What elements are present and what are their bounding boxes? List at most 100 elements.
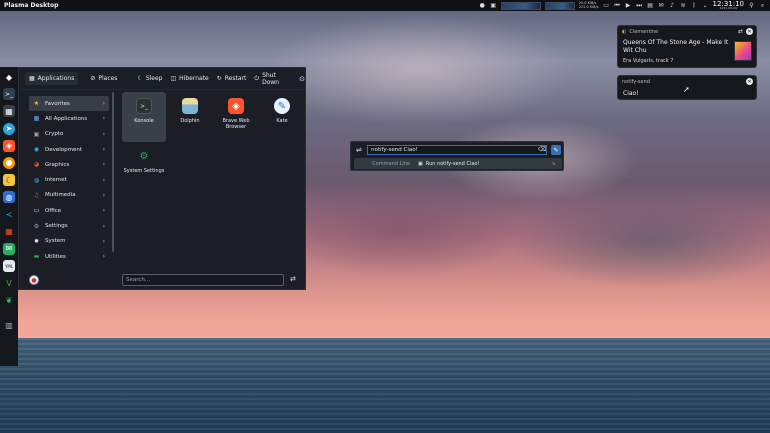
location-pin-icon[interactable]: ⚲ (748, 2, 755, 9)
close-icon[interactable]: ✕ (746, 78, 753, 85)
banana-icon[interactable]: ☾ (3, 174, 15, 187)
krunner-window: ⇌ ⌫ ✎ Command Line ▣ Run notify-send Cia… (350, 141, 564, 171)
battery-icon[interactable]: ▭ (603, 2, 610, 9)
firefox-icon[interactable]: ● (3, 156, 15, 169)
configure-icon[interactable]: ⇄ (738, 28, 743, 35)
restart-button[interactable]: ↻ Restart (217, 75, 247, 82)
pin-button[interactable]: ✎ (551, 145, 561, 155)
category-utilities[interactable]: ▬ Utilities › (29, 249, 109, 264)
tab-places[interactable]: ⊘ Places (86, 72, 121, 85)
leaf-icon[interactable]: ❦ (3, 294, 15, 307)
category-settings[interactable]: ⚙ Settings › (29, 218, 109, 233)
category-favorites[interactable]: ★ Favorites › (29, 96, 109, 112)
chevron-right-icon: › (102, 176, 105, 184)
krunner-search-input[interactable] (367, 145, 547, 155)
category-label: Utilities (45, 253, 66, 260)
launcher-header: ▦ Applications ⊘ Places ☾ Sleep ◫ Hibern… (19, 68, 305, 90)
category-label: All Applications (45, 115, 88, 122)
result-text: Run notify-send Ciao! (425, 160, 480, 167)
notification-title: Queens Of The Stone Age - Make It Wit Ch… (623, 39, 729, 54)
close-icon[interactable]: ✕ (746, 28, 753, 35)
previous-icon[interactable]: ⏮ (614, 2, 621, 10)
more-options-icon[interactable]: ⊙ (299, 75, 305, 83)
vscode-icon[interactable]: ≺ (3, 208, 15, 221)
category-label: Favorites (45, 100, 70, 107)
wifi-icon[interactable]: ≋ (680, 2, 687, 9)
app-system-settings[interactable]: ⚙ System Settings (122, 142, 166, 192)
memory-graph[interactable] (544, 1, 575, 10)
trash-icon[interactable]: ▥ (3, 319, 15, 332)
office-icon: ▭ (33, 207, 40, 215)
tab-label: Places (98, 75, 118, 82)
button-label: Sleep (145, 75, 163, 82)
app-blue-icon[interactable]: ◍ (3, 191, 15, 204)
notification-header: ◐ Clementine (622, 29, 658, 35)
telegram-icon[interactable]: ➤ (3, 122, 15, 135)
notification-title: Ciao! (623, 90, 639, 97)
app-dolphin[interactable]: Dolphin (168, 92, 212, 142)
sleep-button[interactable]: ☾ Sleep (137, 75, 162, 82)
digital-clock[interactable]: 12:31:10 2021-08-06 (713, 1, 744, 10)
configure-icon[interactable]: ⇄ (290, 275, 296, 283)
mail-icon[interactable]: ✉ (3, 242, 15, 255)
notifications-icon[interactable]: ✉ (658, 2, 665, 9)
shutdown-button[interactable]: ⏻ Shut Down (254, 72, 279, 86)
volume-icon[interactable]: ♪ (669, 2, 676, 9)
android-icon[interactable]: ▦ (3, 105, 15, 118)
vim-icon[interactable]: V (3, 277, 15, 290)
notification-app: notify-send (622, 79, 650, 85)
hibernate-button[interactable]: ◫ Hibernate (171, 75, 209, 82)
app-label: Dolphin (180, 118, 200, 124)
yaml-icon[interactable]: YML (3, 260, 15, 273)
category-label: Graphics (45, 161, 70, 168)
dolphin-icon (182, 98, 198, 114)
app-label: Kate (276, 118, 288, 124)
chevron-right-icon: › (102, 207, 105, 215)
terminal-icon: ▣ (418, 160, 423, 167)
brave-icon[interactable]: ◈ (3, 139, 15, 152)
chevron-right-icon: › (102, 222, 105, 230)
search-icon[interactable]: ⌕ (759, 2, 766, 10)
next-icon[interactable]: ⏭ (636, 2, 643, 10)
lock-icon[interactable]: ▣ (490, 2, 497, 9)
chevron-down-icon[interactable]: ⌄ (702, 2, 709, 9)
app-brave[interactable]: ◈ Brave Web Browser (214, 92, 258, 142)
clipboard-icon[interactable]: ▤ (647, 2, 654, 9)
network-speed[interactable]: 20.0 KiB/s 222.0 KiB/s (578, 1, 599, 9)
net-down: 222.0 KiB/s (578, 4, 599, 9)
button-label: Restart (224, 75, 247, 82)
category-multimedia[interactable]: ♫ Multimedia › (29, 188, 109, 203)
terminal-icon[interactable]: >_ (3, 88, 15, 101)
droplet-icon[interactable]: ● (479, 2, 486, 9)
category-internet[interactable]: ◍ Internet › (29, 172, 109, 187)
category-graphics[interactable]: ◕ Graphics › (29, 157, 109, 172)
category-all-applications[interactable]: ▦ All Applications › (29, 111, 109, 126)
app-kate[interactable]: ✎ Kate (260, 92, 304, 142)
button-label: Hibernate (179, 75, 209, 82)
clear-icon[interactable]: ⌫ (538, 146, 546, 153)
tab-applications[interactable]: ▦ Applications (25, 72, 79, 85)
category-crypto[interactable]: ▣ Crypto › (29, 127, 109, 142)
category-office[interactable]: ▭ Office › (29, 203, 109, 218)
app-konsole[interactable]: >_ Konsole (122, 92, 166, 142)
windows-grid-icon[interactable]: ▦ (3, 225, 15, 238)
chevron-right-icon: › (102, 115, 105, 123)
mouse-cursor-icon: ➚ (683, 85, 690, 94)
category-label: Internet (45, 177, 67, 184)
konsole-icon: >_ (136, 98, 152, 114)
user-avatar[interactable]: ● (29, 275, 39, 285)
cpu-graph[interactable] (500, 1, 541, 10)
sleep-icon: ☾ (137, 75, 143, 82)
settings-icon[interactable]: ⇌ (356, 146, 362, 154)
bluetooth-icon[interactable]: ᛒ (691, 2, 698, 9)
notification-clementine[interactable]: ◐ Clementine ⇄ ✕ Queens Of The Stone Age… (617, 25, 757, 68)
play-icon[interactable]: ▶ (625, 2, 632, 9)
category-system[interactable]: ✹ System › (29, 234, 109, 249)
launcher-search-input[interactable] (122, 274, 284, 286)
category-scrollbar[interactable] (112, 92, 114, 252)
krunner-result[interactable]: Command Line ▣ Run notify-send Ciao! ↳ (354, 158, 562, 169)
notification-header: notify-send (622, 79, 650, 85)
launcher-icon[interactable]: ◆ (3, 71, 15, 83)
category-label: Development (45, 146, 83, 153)
category-development[interactable]: ◉ Development › (29, 142, 109, 157)
